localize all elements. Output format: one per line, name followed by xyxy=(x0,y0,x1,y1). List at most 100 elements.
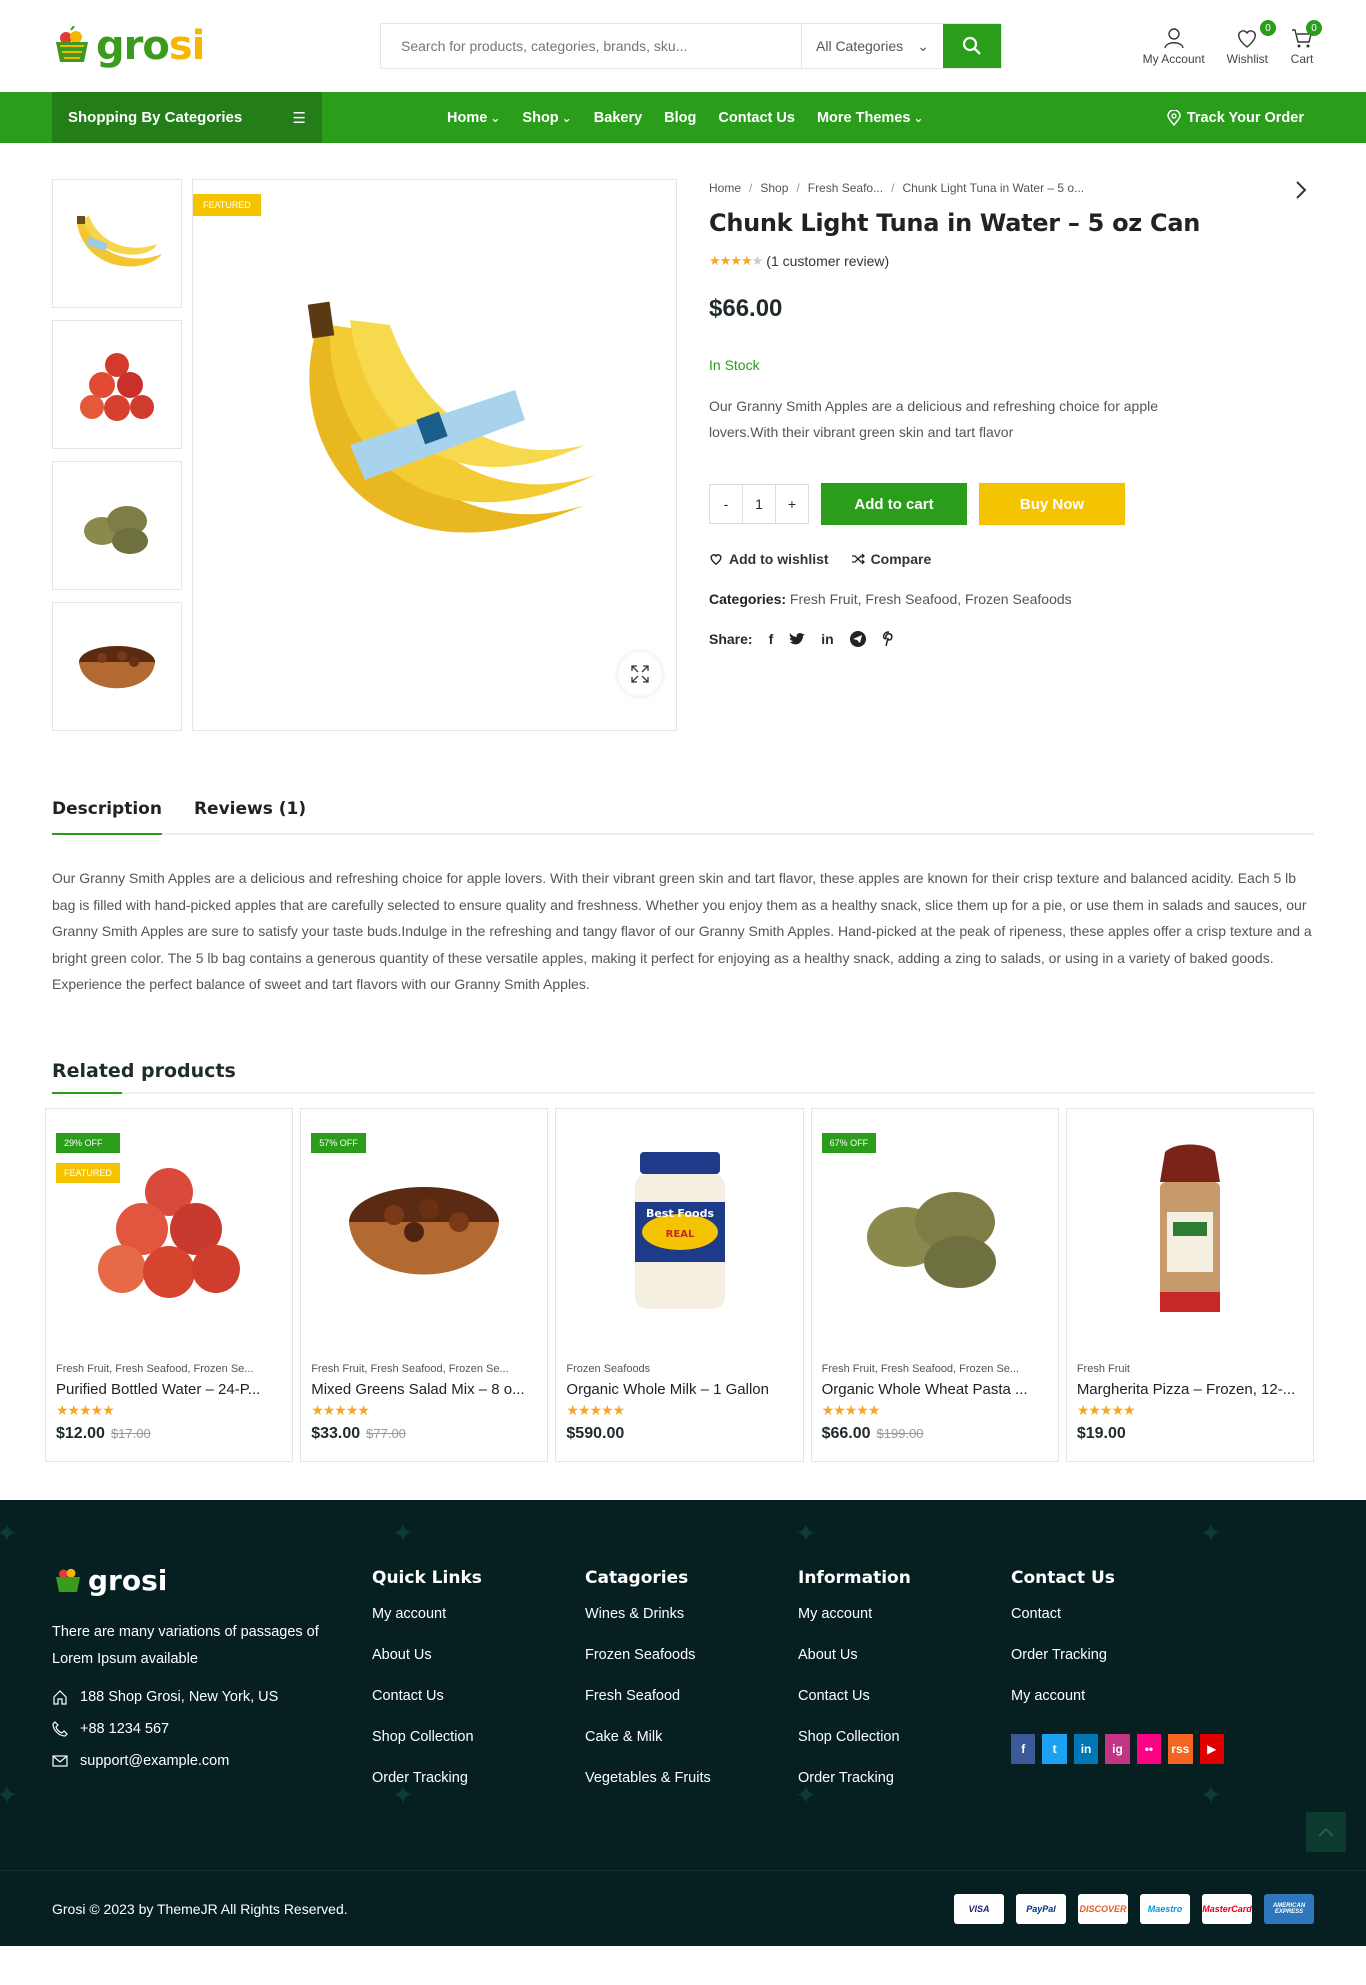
product-card[interactable]: Best Foods REAL Frozen Seafoods Organic W… xyxy=(555,1107,804,1462)
category-link[interactable]: Fresh Seafood xyxy=(865,591,957,607)
footer-link[interactable]: Contact Us xyxy=(798,1688,1011,1704)
product-card[interactable]: 29% OFF FEATURED Fresh Fruit, Fresh Seaf… xyxy=(45,1107,294,1462)
quantity-decrease-button[interactable]: - xyxy=(710,496,742,512)
wishlist-count-badge: 0 xyxy=(1260,20,1276,36)
product-card[interactable]: Fresh Fruit Margherita Pizza – Frozen, 1… xyxy=(1065,1107,1315,1462)
wishlist-link[interactable]: 0 Wishlist xyxy=(1227,20,1276,66)
youtube-icon[interactable]: ▶ xyxy=(1199,1733,1224,1764)
product-card-price: $590.00 xyxy=(566,1425,792,1443)
linkedin-icon[interactable]: in xyxy=(1073,1733,1099,1764)
tab-reviews[interactable]: Reviews (1) xyxy=(194,799,306,833)
site-footer: ✦ ✦ ✦ ✦ ✦ ✦ ✦ ✦ grosi There are many var… xyxy=(0,1499,1366,1946)
phone-icon xyxy=(52,1720,68,1737)
compare-button[interactable]: Compare xyxy=(851,551,931,567)
nav-home-label: Home xyxy=(447,109,488,126)
footer-logo-text: grosi xyxy=(88,1563,168,1597)
thumbnail-apples[interactable] xyxy=(52,320,182,449)
footer-link[interactable]: Wines & Drinks xyxy=(585,1606,798,1622)
product-card[interactable]: 67% OFF Fresh Fruit, Fresh Seafood, Froz… xyxy=(810,1107,1059,1462)
product-card-name[interactable]: Organic Whole Milk – 1 Gallon xyxy=(566,1381,792,1398)
next-product-button[interactable] xyxy=(1293,179,1309,206)
category-link[interactable]: Frozen Seafoods xyxy=(965,591,1072,607)
site-logo[interactable]: grosi xyxy=(52,23,372,69)
product-card-name[interactable]: Purified Bottled Water – 24-P... xyxy=(56,1381,282,1398)
footer-link[interactable]: Order Tracking xyxy=(1011,1647,1224,1663)
footer-link[interactable]: Cake & Milk xyxy=(585,1729,798,1745)
footer-logo[interactable]: grosi xyxy=(52,1564,372,1597)
main-nav: Shopping By Categories ☰ Home ⌄ Shop ⌄ Bak… xyxy=(0,92,1366,143)
add-to-cart-button[interactable]: Add to cart xyxy=(821,483,967,525)
payment-method-badge: PayPal xyxy=(1016,1893,1066,1924)
tab-description[interactable]: Description xyxy=(52,799,162,835)
footer-link[interactable]: About Us xyxy=(372,1647,585,1663)
nav-more-themes[interactable]: More Themes ⌄ xyxy=(817,110,924,126)
search-input[interactable] xyxy=(381,24,801,68)
quantity-increase-button[interactable]: + xyxy=(776,496,808,512)
twitter-icon[interactable] xyxy=(789,632,806,646)
footer-link[interactable]: Contact Us xyxy=(372,1688,585,1704)
dates-bowl-image xyxy=(349,1186,500,1274)
footer-link[interactable]: Order Tracking xyxy=(798,1770,1011,1786)
my-account-link[interactable]: My Account xyxy=(1143,26,1205,66)
shopping-categories-button[interactable]: Shopping By Categories ☰ xyxy=(52,92,322,143)
pinterest-icon[interactable] xyxy=(882,631,896,647)
footer-link[interactable]: Shop Collection xyxy=(798,1729,1011,1745)
category-select[interactable]: All Categories ⌄ xyxy=(801,24,943,68)
main-product-image[interactable]: FEATURED xyxy=(192,179,677,731)
thumbnail-kiwi[interactable] xyxy=(52,461,182,590)
footer-link[interactable]: My account xyxy=(1011,1688,1224,1704)
facebook-icon[interactable]: f xyxy=(1011,1733,1036,1764)
cart-link[interactable]: 0 Cart xyxy=(1290,20,1322,66)
footer-link[interactable]: My account xyxy=(372,1606,585,1622)
footer-link[interactable]: Order Tracking xyxy=(372,1770,585,1786)
footer-link[interactable]: Vegetables & Fruits xyxy=(585,1770,798,1786)
payment-methods: VISA PayPal DISCOVER Maestro MasterCard AMERI… xyxy=(954,1893,1314,1924)
quantity-stepper: - 1 + xyxy=(709,484,809,524)
search-button[interactable] xyxy=(943,24,1001,68)
nav-blog[interactable]: Blog xyxy=(664,110,696,126)
home-icon xyxy=(53,1689,67,1705)
back-to-top-button[interactable] xyxy=(1306,1811,1346,1852)
product-card-name[interactable]: Margherita Pizza – Frozen, 12-... xyxy=(1077,1381,1303,1398)
product-card-name[interactable]: Mixed Greens Salad Mix – 8 o... xyxy=(311,1381,537,1398)
linkedin-icon[interactable]: in xyxy=(821,631,833,647)
buy-now-button[interactable]: Buy Now xyxy=(979,483,1125,525)
product-card[interactable]: 57% OFF Fresh Fruit, Fresh Seafood, Froz… xyxy=(300,1107,549,1462)
location-pin-icon xyxy=(1167,109,1181,126)
heart-icon xyxy=(710,554,722,566)
footer-address-text: 188 Shop Grosi, New York, US xyxy=(80,1688,279,1705)
breadcrumb-home[interactable]: Home xyxy=(709,181,741,195)
rss-icon[interactable]: rss xyxy=(1168,1733,1193,1764)
telegram-icon[interactable] xyxy=(849,631,866,647)
thumbnail-dates[interactable] xyxy=(52,602,182,731)
add-to-wishlist-button[interactable]: Add to wishlist xyxy=(709,551,829,567)
facebook-icon[interactable]: f xyxy=(769,631,774,647)
thumbnail-banana[interactable] xyxy=(52,179,182,308)
footer-phone[interactable]: +88 1234 567 xyxy=(52,1721,372,1737)
product-card-name[interactable]: Organic Whole Wheat Pasta ... xyxy=(822,1381,1048,1398)
review-count-link[interactable]: (1 customer review) xyxy=(766,253,889,269)
chevron-down-icon: ⌄ xyxy=(913,110,924,125)
footer-link[interactable]: Contact xyxy=(1011,1606,1224,1622)
footer-link[interactable]: About Us xyxy=(798,1647,1011,1663)
nav-bakery[interactable]: Bakery xyxy=(594,110,642,126)
nav-contact-us[interactable]: Contact Us xyxy=(718,110,795,126)
zoom-button[interactable] xyxy=(618,652,662,696)
breadcrumb-shop[interactable]: Shop xyxy=(760,181,788,195)
nav-shop[interactable]: Shop ⌄ xyxy=(522,110,571,126)
footer-link[interactable]: Frozen Seafoods xyxy=(585,1647,798,1663)
track-order-link[interactable]: Track Your Order xyxy=(1167,109,1304,126)
footer-email[interactable]: support@example.com xyxy=(52,1753,372,1769)
twitter-icon[interactable]: t xyxy=(1042,1733,1067,1764)
category-link[interactable]: Fresh Fruit xyxy=(790,591,858,607)
footer-link[interactable]: Shop Collection xyxy=(372,1729,585,1745)
footer-link[interactable]: My account xyxy=(798,1606,1011,1622)
breadcrumb-category[interactable]: Fresh Seafo... xyxy=(808,181,883,195)
current-price: $12.00 xyxy=(56,1424,105,1442)
quantity-input[interactable]: 1 xyxy=(742,485,776,523)
social-links: f t in ig •• rss ▶ xyxy=(1011,1733,1224,1764)
flickr-icon[interactable]: •• xyxy=(1136,1733,1162,1764)
instagram-icon[interactable]: ig xyxy=(1105,1733,1130,1764)
footer-link[interactable]: Fresh Seafood xyxy=(585,1688,798,1704)
nav-home[interactable]: Home ⌄ xyxy=(447,110,500,126)
